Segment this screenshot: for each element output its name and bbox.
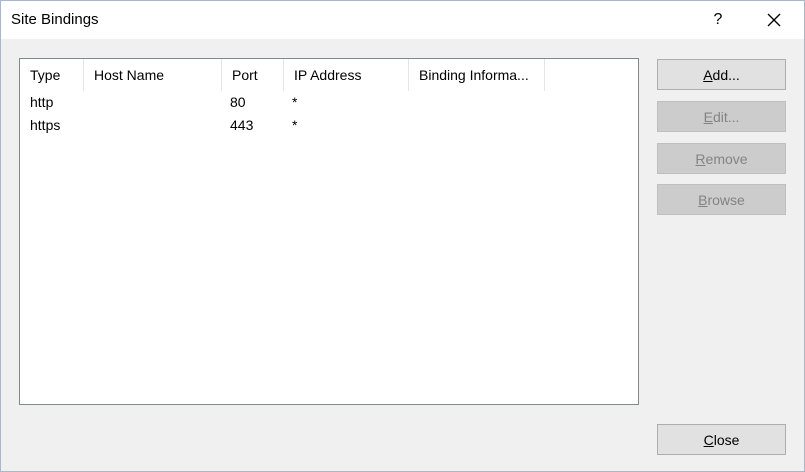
edit-button[interactable]: Edit...	[657, 101, 786, 132]
column-header-port[interactable]: Port	[222, 59, 284, 91]
bindings-list[interactable]: Type Host Name Port IP Address Binding I…	[19, 58, 639, 405]
site-bindings-dialog: Site Bindings ? Type Host Name Port IP A…	[0, 0, 805, 472]
remove-button[interactable]: Remove	[657, 143, 786, 174]
remove-button-label: Remove	[695, 150, 748, 167]
question-mark-icon: ?	[713, 11, 723, 28]
add-button-label: Add...	[703, 66, 740, 83]
close-button-label: Close	[703, 431, 740, 448]
edit-button-label: Edit...	[703, 108, 740, 125]
cell-type: https	[30, 117, 61, 133]
cell-ip-address: *	[292, 117, 298, 133]
help-button[interactable]: ?	[698, 5, 738, 35]
cell-type: http	[30, 94, 54, 110]
column-header-type[interactable]: Type	[20, 59, 84, 91]
add-button[interactable]: Add...	[657, 59, 786, 90]
column-header-host-name[interactable]: Host Name	[84, 59, 222, 91]
table-row[interactable]: http 80 *	[20, 91, 638, 114]
title-bar: Site Bindings ?	[1, 1, 804, 39]
window-title: Site Bindings	[11, 11, 99, 28]
column-header-binding-information[interactable]: Binding Informa...	[409, 59, 545, 91]
close-button[interactable]: Close	[657, 424, 786, 455]
close-x-icon	[767, 13, 781, 27]
browse-button[interactable]: Browse	[657, 184, 786, 215]
column-header-ip-address[interactable]: IP Address	[284, 59, 409, 91]
browse-button-label: Browse	[698, 191, 745, 208]
table-row[interactable]: https 443 *	[20, 114, 638, 137]
list-header: Type Host Name Port IP Address Binding I…	[20, 59, 638, 91]
cell-port: 443	[230, 117, 254, 133]
cell-port: 80	[230, 94, 246, 110]
cell-ip-address: *	[292, 94, 298, 110]
window-close-button[interactable]	[754, 5, 794, 35]
